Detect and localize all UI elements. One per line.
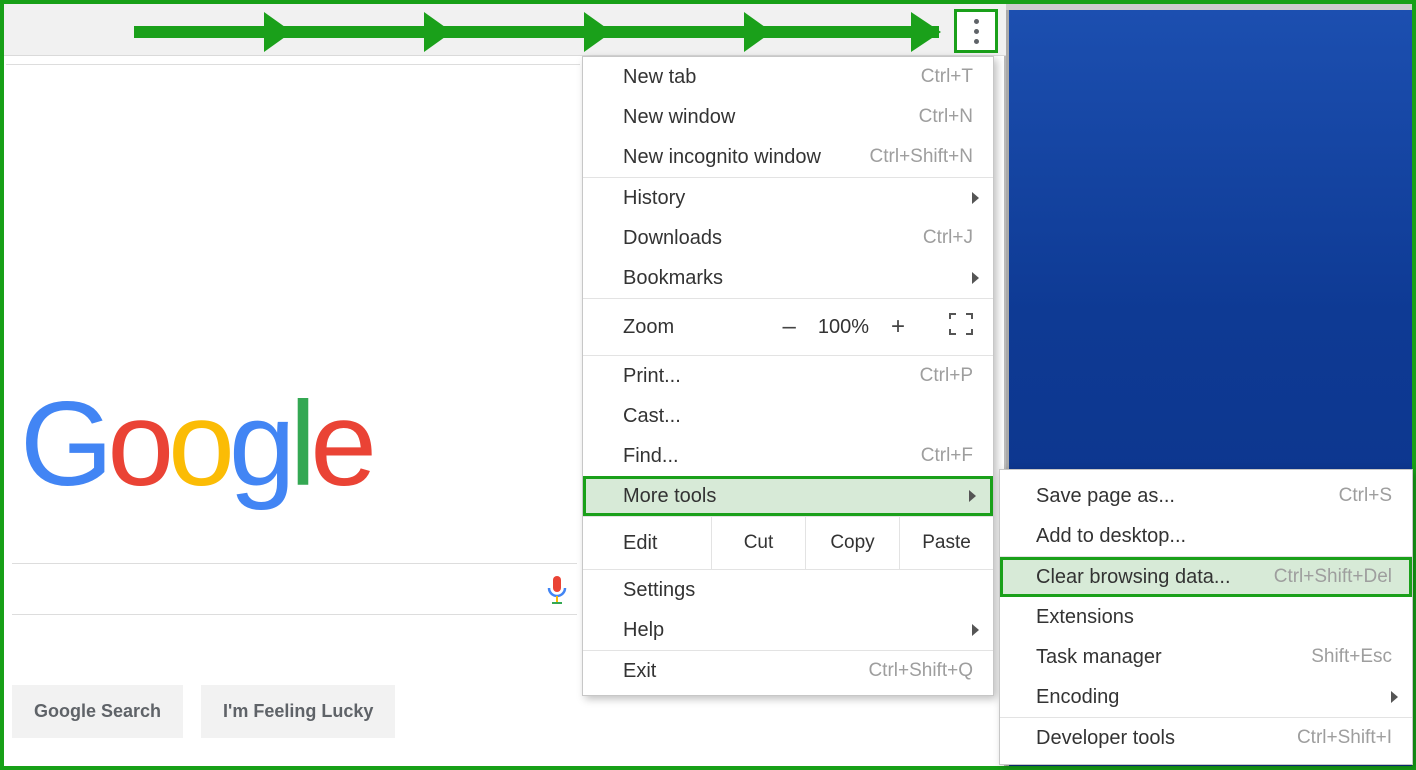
- menu-label: Developer tools: [1036, 727, 1277, 750]
- submenu-item-task-manager[interactable]: Task manager Shift+Esc: [1000, 637, 1412, 677]
- submenu-arrow-icon: [972, 624, 979, 636]
- menu-item-zoom: Zoom – 100% +: [583, 299, 993, 355]
- menu-shortcut: Ctrl+N: [919, 106, 973, 128]
- browser-content: Google Google Search I'm Feeling Lucky: [6, 64, 580, 764]
- zoom-out-button[interactable]: –: [782, 313, 795, 341]
- menu-label: Print...: [623, 365, 900, 388]
- feeling-lucky-button[interactable]: I'm Feeling Lucky: [201, 685, 395, 738]
- menu-label: Cast...: [623, 405, 973, 428]
- submenu-arrow-icon: [972, 272, 979, 284]
- menu-shortcut: Shift+Esc: [1311, 646, 1392, 668]
- menu-shortcut: Ctrl+F: [921, 445, 973, 467]
- fullscreen-icon[interactable]: [949, 313, 973, 341]
- chrome-menu-button[interactable]: [954, 9, 998, 53]
- menu-label: Help: [623, 619, 973, 642]
- voice-search-icon[interactable]: [545, 576, 569, 606]
- more-tools-submenu: Save page as... Ctrl+S Add to desktop...…: [999, 469, 1413, 765]
- menu-item-help[interactable]: Help: [583, 610, 993, 650]
- menu-item-downloads[interactable]: Downloads Ctrl+J: [583, 218, 993, 258]
- menu-shortcut: Ctrl+Shift+I: [1297, 727, 1392, 749]
- edit-copy-button[interactable]: Copy: [805, 517, 899, 569]
- submenu-item-encoding[interactable]: Encoding: [1000, 677, 1412, 717]
- menu-item-settings[interactable]: Settings: [583, 570, 993, 610]
- edit-paste-button[interactable]: Paste: [899, 517, 993, 569]
- menu-shortcut: Ctrl+J: [923, 227, 973, 249]
- vertical-dots-icon: [974, 19, 979, 44]
- menu-item-new-window[interactable]: New window Ctrl+N: [583, 97, 993, 137]
- menu-item-cast[interactable]: Cast...: [583, 396, 993, 436]
- google-search-button[interactable]: Google Search: [12, 685, 183, 738]
- menu-shortcut: Ctrl+P: [920, 365, 973, 387]
- zoom-label: Zoom: [623, 316, 782, 339]
- menu-label: Add to desktop...: [1036, 525, 1392, 548]
- edit-label: Edit: [583, 532, 711, 555]
- menu-label: Encoding: [1036, 686, 1392, 709]
- menu-shortcut: Ctrl+T: [921, 66, 973, 88]
- home-buttons: Google Search I'm Feeling Lucky: [12, 685, 395, 738]
- menu-label: Find...: [623, 445, 901, 468]
- google-logo: Google: [20, 375, 371, 513]
- menu-label: New incognito window: [623, 146, 850, 169]
- submenu-item-clear-browsing-data[interactable]: Clear browsing data... Ctrl+Shift+Del: [1000, 557, 1412, 597]
- menu-label: Bookmarks: [623, 267, 973, 290]
- menu-label: More tools: [623, 485, 973, 508]
- zoom-value: 100%: [818, 316, 869, 339]
- menu-item-new-tab[interactable]: New tab Ctrl+T: [583, 57, 993, 97]
- search-input[interactable]: [12, 563, 577, 615]
- menu-shortcut: Ctrl+Shift+Q: [868, 660, 973, 682]
- chrome-main-menu: New tab Ctrl+T New window Ctrl+N New inc…: [582, 56, 994, 696]
- zoom-in-button[interactable]: +: [891, 313, 905, 341]
- edit-cut-button[interactable]: Cut: [711, 517, 805, 569]
- menu-item-exit[interactable]: Exit Ctrl+Shift+Q: [583, 651, 993, 691]
- submenu-item-add-desktop[interactable]: Add to desktop...: [1000, 516, 1412, 556]
- menu-label: Settings: [623, 579, 973, 602]
- menu-label: Extensions: [1036, 606, 1392, 629]
- menu-item-bookmarks[interactable]: Bookmarks: [583, 258, 993, 298]
- menu-label: New tab: [623, 66, 901, 89]
- submenu-item-save-page[interactable]: Save page as... Ctrl+S: [1000, 476, 1412, 516]
- menu-label: New window: [623, 106, 899, 129]
- menu-item-edit: Edit Cut Copy Paste: [583, 517, 993, 569]
- menu-shortcut: Ctrl+Shift+N: [870, 146, 973, 168]
- menu-label: History: [623, 187, 973, 210]
- submenu-item-extensions[interactable]: Extensions: [1000, 597, 1412, 637]
- submenu-arrow-icon: [1391, 691, 1398, 703]
- annotation-arrow: [134, 26, 939, 38]
- menu-label: Save page as...: [1036, 485, 1319, 508]
- menu-label: Task manager: [1036, 646, 1291, 669]
- menu-item-more-tools[interactable]: More tools: [583, 476, 993, 516]
- submenu-arrow-icon: [972, 192, 979, 204]
- menu-item-new-incognito[interactable]: New incognito window Ctrl+Shift+N: [583, 137, 993, 177]
- menu-label: Exit: [623, 660, 848, 683]
- menu-shortcut: Ctrl+Shift+Del: [1274, 566, 1392, 588]
- submenu-arrow-icon: [969, 490, 976, 502]
- menu-item-print[interactable]: Print... Ctrl+P: [583, 356, 993, 396]
- menu-item-find[interactable]: Find... Ctrl+F: [583, 436, 993, 476]
- menu-label: Clear browsing data...: [1036, 566, 1254, 589]
- menu-shortcut: Ctrl+S: [1339, 485, 1392, 507]
- submenu-item-developer-tools[interactable]: Developer tools Ctrl+Shift+I: [1000, 718, 1412, 758]
- menu-label: Downloads: [623, 227, 903, 250]
- menu-item-history[interactable]: History: [583, 178, 993, 218]
